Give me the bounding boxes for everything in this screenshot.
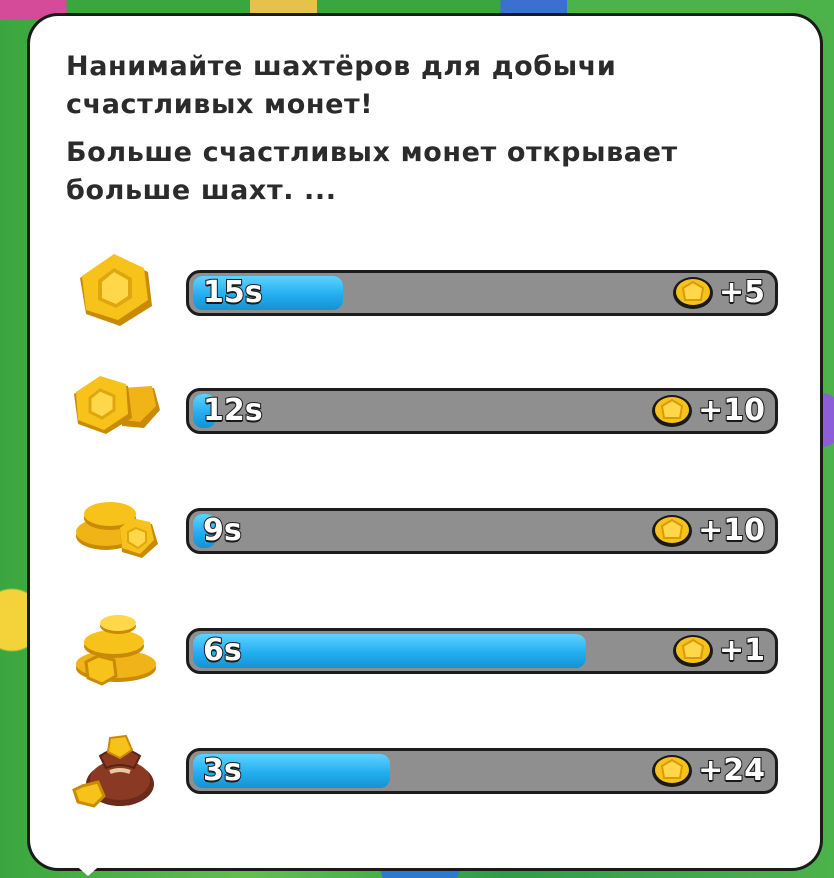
description-line-1: Нанимайте шахтёров для добычи счастливых… — [66, 51, 617, 120]
miner-row-4: 6s +1 — [66, 615, 786, 686]
miner-timer-1: 15s — [202, 274, 264, 311]
miner-timer-2: 12s — [202, 392, 264, 429]
popup-description: Нанимайте шахтёров для добычи счастливых… — [66, 48, 766, 220]
miner-timer-3: 9s — [202, 512, 243, 549]
coin-pile-icon — [76, 615, 156, 686]
miner-progress-bar-3: 9s +10 — [186, 508, 778, 554]
miner-reward-amount-1: +5 — [718, 274, 766, 311]
coin-sack-icon — [72, 734, 154, 808]
miner-reward-3: +10 — [650, 511, 766, 551]
miner-progress-bar-5: 3s +24 — [186, 748, 778, 794]
miner-reward-5: +24 — [650, 751, 766, 791]
miner-row-3: 9s +10 — [66, 500, 786, 560]
miner-reward-amount-3: +10 — [697, 512, 766, 549]
miner-progress-bar-2: 12s +10 — [186, 388, 778, 434]
lucky-coin-icon — [652, 395, 693, 427]
lucky-coin-icon — [652, 755, 693, 787]
miner-progress-bar-1: 15s +5 — [186, 270, 778, 316]
miner-reward-1: +5 — [671, 273, 766, 313]
popup-pointer — [72, 862, 104, 876]
miner-reward-4: +1 — [671, 631, 766, 671]
lucky-coin-icon — [672, 635, 713, 667]
miner-timer-5: 3s — [202, 752, 243, 789]
miner-row-2: 12s +10 — [66, 376, 786, 440]
single-coin-icon — [80, 254, 152, 326]
description-line-2: Больше счастливых монет открывает больше… — [66, 137, 678, 206]
coin-stack-icon — [76, 502, 158, 558]
miner-row-5: 3s +24 — [66, 734, 786, 808]
miner-reward-2: +10 — [650, 391, 766, 431]
miner-progress-bar-4: 6s +1 — [186, 628, 778, 674]
lucky-coin-icon — [652, 515, 693, 547]
miner-timer-4: 6s — [202, 632, 243, 669]
miner-reward-amount-4: +1 — [718, 632, 766, 669]
miner-progress-fill-4 — [193, 634, 586, 668]
miner-row-1: 15s +5 — [66, 254, 786, 326]
miner-reward-amount-5: +24 — [697, 752, 766, 789]
lucky-coin-icon — [672, 277, 713, 309]
miner-reward-amount-2: +10 — [697, 392, 766, 429]
coin-nugget-icon — [74, 376, 160, 434]
